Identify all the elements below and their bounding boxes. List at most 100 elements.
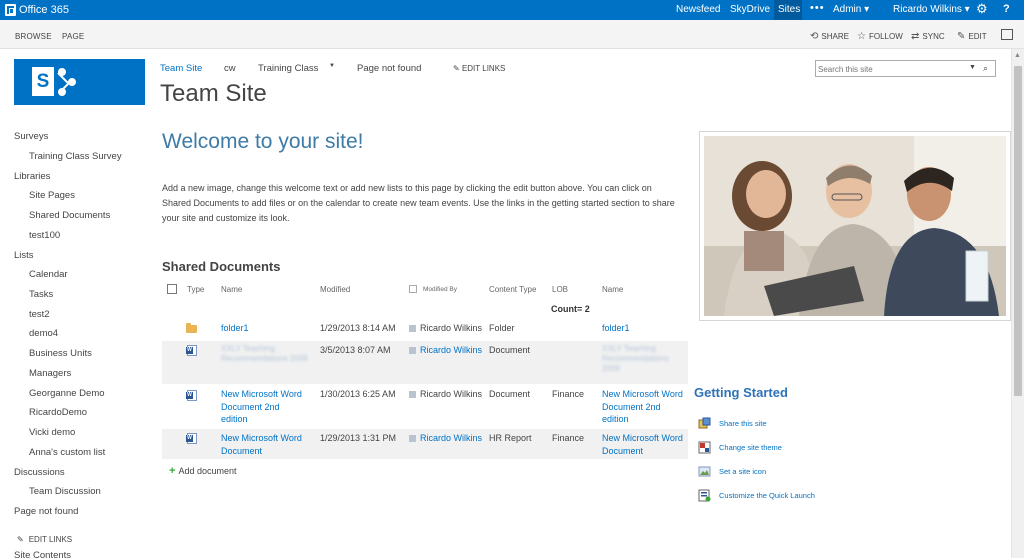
suitebar-sites[interactable]: Sites (778, 4, 800, 15)
doc-lob: Finance (552, 389, 585, 399)
nav-item[interactable]: Calendar (29, 269, 68, 280)
add-document-button[interactable]: + Add document (169, 465, 236, 477)
doc-modified-by[interactable]: Ricardo Wilkins (420, 432, 482, 445)
column-header-type[interactable]: Type (187, 285, 204, 294)
doc-name-link-obscured[interactable]: XXLY Teaching Recommendations 2008 (221, 344, 309, 364)
select-all-checkbox[interactable] (167, 284, 177, 294)
nav-item[interactable]: Site Pages (29, 190, 75, 201)
site-contents-link[interactable]: Site Contents (14, 550, 71, 558)
tab-page[interactable]: PAGE (62, 32, 84, 41)
nav-item[interactable]: Anna's custom list (29, 447, 105, 458)
suitebar-user-menu[interactable]: Ricardo Wilkins ▾ (893, 4, 970, 15)
star-icon: ☆ (857, 31, 866, 42)
nav-item[interactable]: test100 (29, 230, 60, 241)
logo-dot (68, 78, 76, 86)
doc-modified-by[interactable]: Ricardo Wilkins (420, 322, 482, 335)
doc-modified: 1/29/2013 8:14 AM (320, 323, 396, 333)
edit-links-label: EDIT LINKS (461, 64, 506, 73)
doc-name2-link[interactable]: New Microsoft Word Document 2nd edition (602, 388, 684, 426)
nav-item[interactable]: Georganne Demo (29, 388, 105, 399)
ribbon: BROWSE PAGE ⟲ SHARE ☆ FOLLOW ⇄ SYNC ✎ ED… (0, 20, 1024, 49)
nav-item[interactable]: Managers (29, 368, 71, 379)
getting-started-customize-quick-launch[interactable]: Customize the Quick Launch (698, 489, 815, 502)
focus-on-content-icon[interactable] (1001, 29, 1013, 40)
nav-item[interactable]: Libraries (14, 171, 50, 182)
share-icon: ⟲ (810, 31, 819, 42)
quick-launch-icon (698, 489, 711, 502)
nav-item[interactable]: Discussions (14, 467, 65, 478)
doc-name-link[interactable]: folder1 (221, 322, 249, 335)
edit-button[interactable]: ✎ EDIT (957, 31, 987, 42)
nav-item[interactable]: Shared Documents (29, 210, 110, 221)
column-header-name2[interactable]: Name (602, 285, 623, 294)
tab-browse[interactable]: BROWSE (15, 32, 52, 41)
site-logo[interactable]: S (14, 59, 145, 105)
nav-item[interactable]: test2 (29, 309, 50, 320)
nav-item[interactable]: RicardoDemo (29, 407, 87, 418)
topnav-page-not-found[interactable]: Page not found (357, 63, 421, 74)
nav-item[interactable]: demo4 (29, 328, 58, 339)
column-header-lob[interactable]: LOB (552, 285, 568, 294)
scroll-thumb[interactable] (1014, 66, 1022, 396)
follow-button[interactable]: ☆ FOLLOW (857, 31, 903, 42)
nav-item[interactable]: Business Units (29, 348, 92, 359)
sync-button[interactable]: ⇄ SYNC (911, 31, 945, 42)
nav-item[interactable]: Team Discussion (29, 486, 101, 497)
follow-label: FOLLOW (868, 32, 903, 41)
getting-started-share-site[interactable]: Share this site (698, 417, 767, 430)
doc-content-type: Document (489, 345, 531, 355)
column-header-modified[interactable]: Modified (320, 285, 350, 294)
lob-count-total: Count= 2 (551, 304, 590, 314)
nav-item[interactable]: Lists (14, 250, 34, 261)
topnav-training-class[interactable]: Training Class (258, 63, 318, 74)
doc-name2-link[interactable]: folder1 (602, 322, 630, 335)
pencil-icon: ✎ (17, 535, 24, 544)
presence-indicator (409, 391, 416, 398)
doc-name2-link-obscured[interactable]: XXLY Teaching Recommendations 2008 (602, 344, 688, 374)
plus-icon: + (169, 465, 176, 477)
vertical-scrollbar[interactable]: ▲ (1011, 49, 1024, 558)
gear-icon[interactable]: ⚙ (976, 1, 988, 17)
nav-item[interactable]: Page not found (14, 506, 78, 517)
search-icon[interactable]: ⌕ (983, 63, 988, 74)
share-button[interactable]: ⟲ SHARE (810, 31, 849, 42)
chevron-down-icon[interactable]: ▼ (329, 63, 335, 69)
welcome-title: Welcome to your site! (162, 130, 364, 153)
suitebar-admin[interactable]: Admin ▾ (833, 4, 869, 15)
more-icon[interactable]: ••• (810, 2, 825, 14)
topnav-team-site[interactable]: Team Site (160, 63, 202, 74)
folder-icon (186, 323, 197, 333)
doc-name-link[interactable]: New Microsoft Word Document (221, 432, 303, 457)
doc-name-link[interactable]: New Microsoft Word Document 2nd edition (221, 388, 303, 426)
column-header-content-type[interactable]: Content Type (489, 285, 536, 294)
suitebar-newsfeed[interactable]: Newsfeed (676, 4, 720, 15)
help-icon[interactable]: ? (1003, 3, 1010, 15)
suitebar-skydrive[interactable]: SkyDrive (730, 4, 770, 15)
doc-modified: 1/30/2013 6:25 AM (320, 389, 396, 399)
topnav-cw[interactable]: cw (224, 63, 236, 74)
topnav-edit-links[interactable]: ✎ EDIT LINKS (453, 64, 505, 73)
getting-started-change-theme[interactable]: Change site theme (698, 441, 782, 454)
doc-modified-by[interactable]: Ricardo Wilkins (420, 388, 482, 401)
office-logo-icon (5, 4, 16, 16)
getting-started-set-icon[interactable]: Set a site icon (698, 465, 766, 478)
office365-logo[interactable]: Office 365 (5, 3, 69, 17)
column-header-name[interactable]: Name (221, 285, 242, 294)
modified-by-filter-checkbox[interactable] (409, 285, 417, 293)
doc-modified-by[interactable]: Ricardo Wilkins (420, 344, 482, 357)
nav-item[interactable]: Vicki demo (29, 427, 75, 438)
theme-icon (698, 441, 711, 454)
scroll-up-icon[interactable]: ▲ (1014, 52, 1021, 59)
nav-item[interactable]: Surveys (14, 131, 48, 142)
shared-documents-heading[interactable]: Shared Documents (162, 259, 280, 274)
doc-name2-link[interactable]: New Microsoft Word Document (602, 432, 684, 457)
quicklaunch-edit-links[interactable]: ✎ EDIT LINKS (17, 535, 72, 544)
nav-item[interactable]: Training Class Survey (29, 151, 122, 162)
search-box[interactable]: ▼ ⌕ (815, 60, 996, 77)
share-label: SHARE (821, 32, 849, 41)
search-input[interactable] (818, 64, 958, 75)
nav-item[interactable]: Tasks (29, 289, 53, 300)
pencil-icon: ✎ (453, 64, 462, 73)
search-scope-dropdown-icon[interactable]: ▼ (969, 64, 976, 71)
column-header-modified-by[interactable]: Modified By (423, 286, 457, 293)
